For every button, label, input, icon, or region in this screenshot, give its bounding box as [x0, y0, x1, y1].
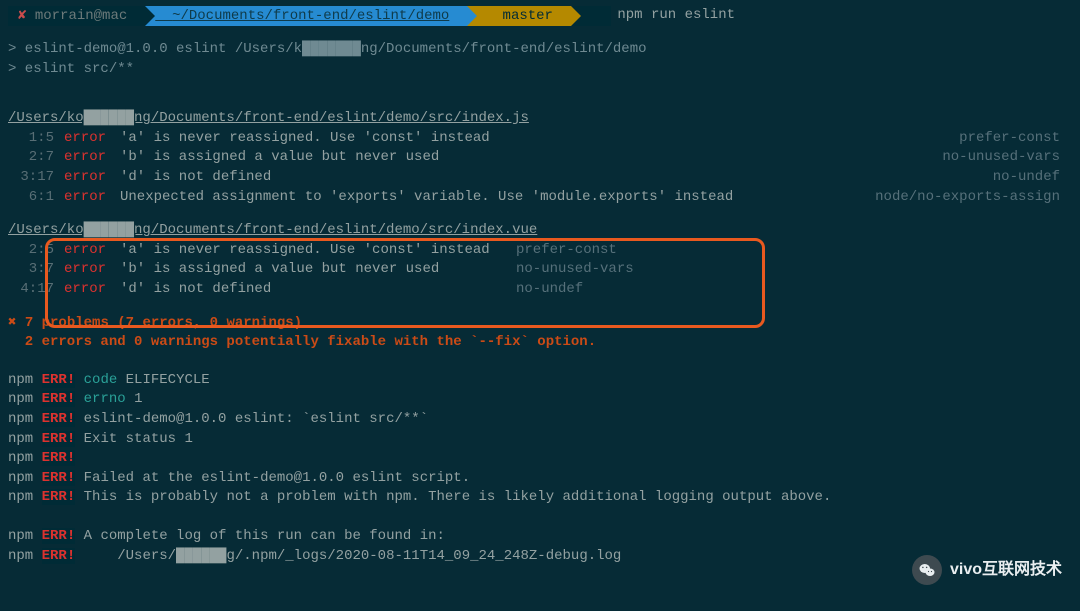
file-path-1: /Users/ko██████ng/Documents/front-end/es…: [8, 109, 1072, 129]
lint-error-row: 4:17 error 'd' is not defined no-undef: [8, 280, 1072, 300]
lint-error-row: 3:7 error 'b' is assigned a value but ne…: [8, 260, 1072, 280]
branch-icon: [494, 8, 502, 24]
npm-log-line: npm ERR! errno 1: [8, 390, 1072, 410]
error-label: error: [54, 168, 114, 188]
summary-fixable: 2 errors and 0 warnings potentially fixa…: [8, 333, 1072, 353]
npm-log-line: npm ERR! A complete log of this run can …: [8, 527, 1072, 547]
watermark: vivo互联网技术: [912, 555, 1062, 585]
error-label: error: [54, 188, 114, 208]
error-rule: no-unused-vars: [516, 260, 634, 280]
error-message: 'd' is not defined: [114, 168, 271, 188]
error-label: error: [54, 280, 114, 300]
error-location: 2:7: [8, 148, 54, 168]
error-location: 1:5: [8, 129, 54, 149]
lint-error-row: 1:5 error 'a' is never reassigned. Use '…: [8, 129, 1072, 149]
prompt-host-segment: ✘ morrain@mac: [8, 6, 145, 26]
npm-log-line: npm ERR! Failed at the eslint-demo@1.0.0…: [8, 469, 1072, 489]
echo-line-1: > eslint-demo@1.0.0 eslint /Users/k█████…: [8, 40, 1072, 60]
watermark-text: vivo互联网技术: [950, 559, 1062, 581]
summary-problems: ✖ 7 problems (7 errors, 0 warnings): [8, 314, 1072, 334]
error-label: error: [54, 260, 114, 280]
prompt-branch-name: master: [503, 8, 553, 24]
prompt-path-segment: ~/Documents/front-end/eslint/demo: [145, 6, 467, 26]
npm-log-line: npm ERR! Exit status 1: [8, 430, 1072, 450]
lint-error-row: 6:1 error Unexpected assignment to 'expo…: [8, 188, 1072, 208]
error-message: Unexpected assignment to 'exports' varia…: [114, 188, 733, 208]
error-label: error: [54, 129, 114, 149]
error-rule: no-unused-vars: [942, 148, 1072, 168]
prompt-user: morrain@mac: [35, 8, 127, 24]
error-message: 'd' is not defined: [114, 280, 504, 300]
error-location: 3:17: [8, 168, 54, 188]
npm-log-line: npm ERR! code ELIFECYCLE: [8, 371, 1072, 391]
prompt-path-text: ~/Documents/front-end/eslint/demo: [172, 8, 449, 24]
shell-prompt: ✘ morrain@mac ~/Documents/front-end/esli…: [8, 6, 1072, 26]
prompt-branch-segment: master: [467, 6, 571, 26]
error-rule: no-undef: [516, 280, 583, 300]
error-message: 'b' is assigned a value but never used: [114, 260, 504, 280]
lint-error-row: 2:5 error 'a' is never reassigned. Use '…: [8, 241, 1072, 261]
npm-blank-line: [8, 508, 1072, 528]
error-rule: node/no-exports-assign: [875, 188, 1072, 208]
error-rule: prefer-const: [959, 129, 1072, 149]
error-rule: prefer-const: [516, 241, 617, 261]
error-label: error: [54, 241, 114, 261]
lint-error-row: 3:17 error 'd' is not defined no-undef: [8, 168, 1072, 188]
error-message: 'a' is never reassigned. Use 'const' ins…: [114, 129, 490, 149]
wechat-icon: [912, 555, 942, 585]
error-message: 'a' is never reassigned. Use 'const' ins…: [114, 241, 504, 261]
error-rule: no-undef: [993, 168, 1072, 188]
lint-error-row: 2:7 error 'b' is assigned a value but ne…: [8, 148, 1072, 168]
npm-log-line: npm ERR!: [8, 449, 1072, 469]
npm-log-line: npm ERR! This is probably not a problem …: [8, 488, 1072, 508]
echo-line-2: > eslint src/**: [8, 60, 1072, 80]
error-location: 2:5: [8, 241, 54, 261]
npm-log-line: npm ERR! eslint-demo@1.0.0 eslint: `esli…: [8, 410, 1072, 430]
x-icon: ✘: [18, 8, 26, 24]
error-location: 3:7: [8, 260, 54, 280]
file-block-2: /Users/ko██████ng/Documents/front-end/es…: [8, 221, 1072, 299]
file-path-2: /Users/ko██████ng/Documents/front-end/es…: [8, 221, 1072, 241]
error-label: error: [54, 148, 114, 168]
prompt-end-segment: [571, 6, 611, 26]
error-message: 'b' is assigned a value but never used: [114, 148, 439, 168]
error-location: 6:1: [8, 188, 54, 208]
error-location: 4:17: [8, 280, 54, 300]
prompt-command[interactable]: npm run eslint: [611, 6, 735, 26]
